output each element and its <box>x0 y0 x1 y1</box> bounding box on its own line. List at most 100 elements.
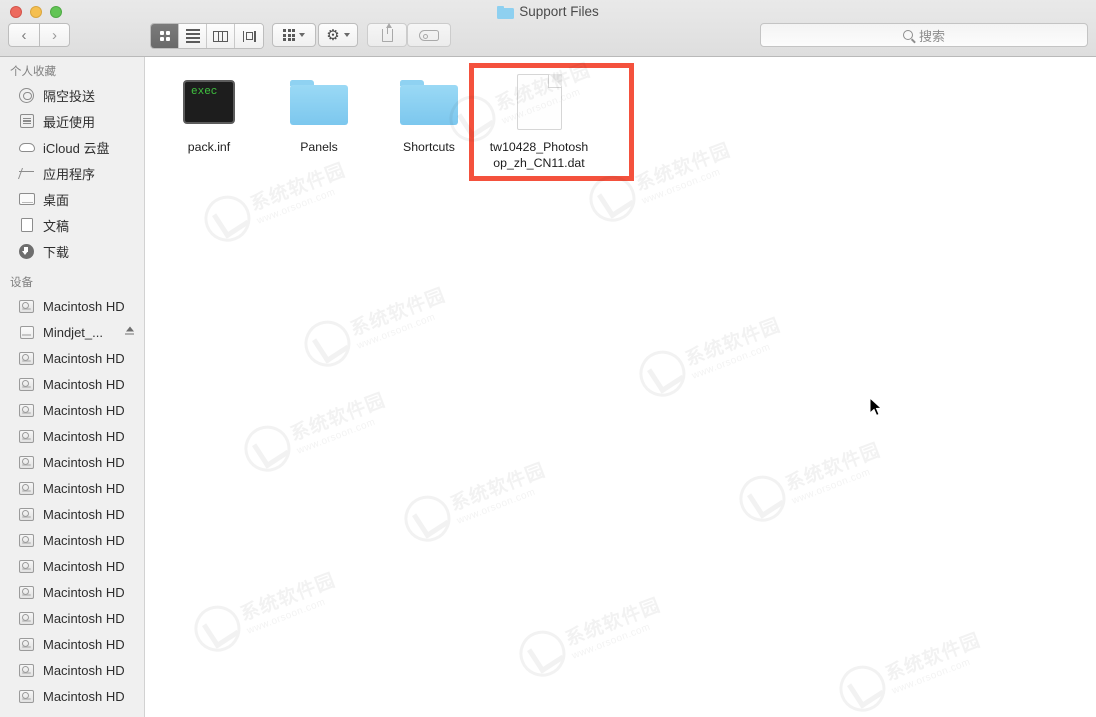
watermark-text: 系统软件园 <box>682 315 784 371</box>
watermark-logo-icon <box>237 418 298 479</box>
sidebar-item-label: Macintosh HD <box>43 532 125 548</box>
list-view-button[interactable] <box>179 24 207 48</box>
search-placeholder: 搜索 <box>918 28 945 44</box>
watermark-text: 系统软件园 <box>782 440 884 496</box>
sidebar-item-device[interactable]: Macintosh HD <box>0 501 144 527</box>
chevron-down-icon <box>299 33 305 37</box>
view-mode-segmented-control <box>150 23 264 49</box>
sidebar-item-label: 下载 <box>43 244 70 260</box>
forward-button[interactable]: › <box>39 23 70 47</box>
sidebar-item-desktop[interactable]: 桌面 <box>0 186 144 212</box>
watermark-url: www.orsoon.com <box>355 311 438 352</box>
sidebar-item-downloads[interactable]: 下载 <box>0 238 144 264</box>
sidebar-item-airdrop[interactable]: 隔空投送 <box>0 82 144 108</box>
arrange-button[interactable] <box>272 23 316 47</box>
watermark-text: 系统软件园 <box>287 390 389 446</box>
watermark-logo-icon <box>197 188 258 249</box>
sidebar-item-label: 最近使用 <box>43 114 96 130</box>
watermark-text: 系统软件园 <box>882 630 984 686</box>
sidebar-item-device[interactable]: Macintosh HD <box>0 553 144 579</box>
icon-view-button[interactable] <box>151 24 179 48</box>
watermark-url: www.orsoon.com <box>570 621 653 662</box>
external-disk-icon <box>18 324 35 341</box>
arrange-grid-icon <box>283 29 295 41</box>
watermark-text: 系统软件园 <box>237 570 339 626</box>
sidebar-item-device[interactable]: Macintosh HD <box>0 579 144 605</box>
back-chevron-icon: ‹ <box>21 26 27 44</box>
watermark: 系统软件园www.orsoon.com <box>397 452 555 549</box>
harddisk-icon <box>18 298 35 315</box>
column-view-button[interactable] <box>207 24 235 48</box>
watermark: 系统软件园www.orsoon.com <box>732 432 890 529</box>
search-icon <box>902 30 913 40</box>
file-item-pack-inf[interactable]: exec pack.inf <box>154 65 264 171</box>
sidebar-item-label: Macintosh HD <box>43 454 125 470</box>
sidebar-item-label: Macintosh HD <box>43 480 125 496</box>
sidebar-item-device[interactable]: Macintosh HD <box>0 683 144 709</box>
watermark-logo-icon <box>397 488 458 549</box>
sidebar-item-device[interactable]: Macintosh HD <box>0 345 144 371</box>
sidebar-item-device[interactable]: Macintosh HD <box>0 631 144 657</box>
watermark-text: 系统软件园 <box>562 595 664 651</box>
sidebar-section-devices-header: 设备 <box>10 277 33 289</box>
sidebar-item-icloud-drive[interactable]: iCloud 云盘 <box>0 134 144 160</box>
watermark-url: www.orsoon.com <box>640 166 723 207</box>
sidebar-item-label: 文稿 <box>43 218 70 234</box>
sidebar-item-device[interactable]: Macintosh HD <box>0 657 144 683</box>
harddisk-icon <box>18 350 35 367</box>
watermark-text: 系统软件园 <box>347 285 449 341</box>
watermark: 系统软件园www.orsoon.com <box>512 587 670 684</box>
file-item-shortcuts[interactable]: Shortcuts <box>374 65 484 171</box>
sidebar-item-device[interactable]: Macintosh HD <box>0 449 144 475</box>
harddisk-icon <box>18 584 35 601</box>
search-field[interactable]: 搜索 <box>760 23 1088 47</box>
watermark-text: 系统软件园 <box>447 460 549 516</box>
sidebar-item-device[interactable]: Macintosh HD <box>0 527 144 553</box>
share-button[interactable] <box>367 22 407 47</box>
watermark: 系统软件园www.orsoon.com <box>832 622 990 717</box>
sidebar-item-device[interactable]: Macintosh HD <box>0 475 144 501</box>
sidebar-item-label: Macintosh HD <box>43 558 125 574</box>
file-icon <box>290 71 348 133</box>
coverflow-view-button[interactable] <box>235 24 263 48</box>
sidebar-item-device-mindjet[interactable]: Mindjet_... <box>0 319 144 345</box>
sidebar-item-device[interactable]: Macintosh HD <box>0 605 144 631</box>
watermark-logo-icon <box>732 468 793 529</box>
sidebar-item-label: Macintosh HD <box>43 350 125 366</box>
sidebar-item-label: Macintosh HD <box>43 506 125 522</box>
watermark-logo-icon <box>832 658 893 717</box>
file-browser-content[interactable]: exec pack.inf Panels Shortcuts tw10428_P… <box>146 57 1096 717</box>
sidebar-item-device[interactable]: Macintosh HD <box>0 371 144 397</box>
folder-icon <box>497 5 515 19</box>
file-item-tw10428-photoshop-dat[interactable]: tw10428_Photoshop_zh_CN11.dat <box>484 65 594 171</box>
sidebar-item-label: 隔空投送 <box>43 88 96 104</box>
action-menu-button[interactable]: ⚙ <box>318 23 358 47</box>
watermark: 系统软件园www.orsoon.com <box>582 132 740 229</box>
sidebar-item-applications[interactable]: 应用程序 <box>0 160 144 186</box>
sidebar-item-recents[interactable]: 最近使用 <box>0 108 144 134</box>
sidebar-item-device[interactable]: Macintosh HD <box>0 397 144 423</box>
back-button[interactable]: ‹ <box>8 23 39 47</box>
sidebar-item-documents[interactable]: 文稿 <box>0 212 144 238</box>
harddisk-icon <box>18 480 35 497</box>
watermark: 系统软件园www.orsoon.com <box>187 562 345 659</box>
window-toolbar: Support Files ‹ › ⚙ 搜索 <box>0 0 1096 57</box>
share-icon <box>381 22 393 42</box>
tag-button[interactable] <box>407 23 451 47</box>
sidebar-section-favorites-header: 个人收藏 <box>10 66 56 78</box>
watermark: 系统软件园www.orsoon.com <box>237 382 395 479</box>
watermark-logo-icon <box>512 623 573 684</box>
document-icon <box>516 74 562 130</box>
navigation-buttons: ‹ › <box>8 23 70 47</box>
window-title: Support Files <box>0 3 1096 21</box>
sidebar-item-device[interactable]: Macintosh HD <box>0 293 144 319</box>
window-title-text: Support Files <box>519 4 599 19</box>
applications-icon <box>18 165 35 182</box>
sidebar[interactable]: 个人收藏 隔空投送 最近使用 iCloud 云盘 应用程序 桌面 文稿 下载 设… <box>0 57 145 717</box>
tag-icon <box>419 29 439 41</box>
file-item-panels[interactable]: Panels <box>264 65 374 171</box>
watermark-logo-icon <box>297 313 358 374</box>
eject-icon[interactable] <box>125 326 134 338</box>
list-icon <box>185 29 200 43</box>
sidebar-item-device[interactable]: Macintosh HD <box>0 423 144 449</box>
